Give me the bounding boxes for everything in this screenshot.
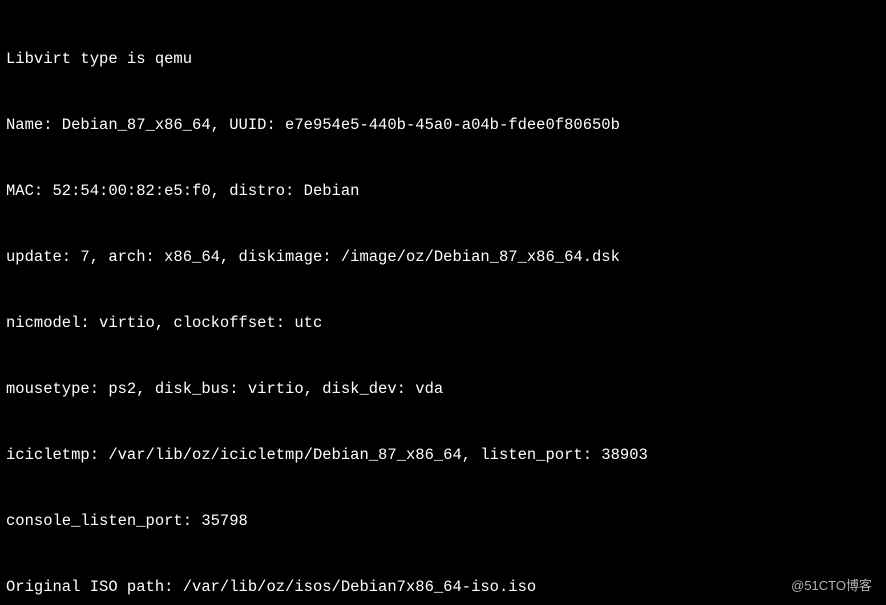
terminal-line: update: 7, arch: x86_64, diskimage: /ima… <box>6 246 880 268</box>
watermark-text: @51CTO博客 <box>791 575 872 597</box>
terminal-line: MAC: 52:54:00:82:e5:f0, distro: Debian <box>6 180 880 202</box>
terminal-line: console_listen_port: 35798 <box>6 510 880 532</box>
terminal-output[interactable]: Libvirt type is qemu Name: Debian_87_x86… <box>6 4 880 605</box>
terminal-line: nicmodel: virtio, clockoffset: utc <box>6 312 880 334</box>
terminal-line: icicletmp: /var/lib/oz/icicletmp/Debian_… <box>6 444 880 466</box>
terminal-line: Name: Debian_87_x86_64, UUID: e7e954e5-4… <box>6 114 880 136</box>
terminal-line: mousetype: ps2, disk_bus: virtio, disk_d… <box>6 378 880 400</box>
terminal-line: Libvirt type is qemu <box>6 48 880 70</box>
terminal-line: Original ISO path: /var/lib/oz/isos/Debi… <box>6 576 880 598</box>
